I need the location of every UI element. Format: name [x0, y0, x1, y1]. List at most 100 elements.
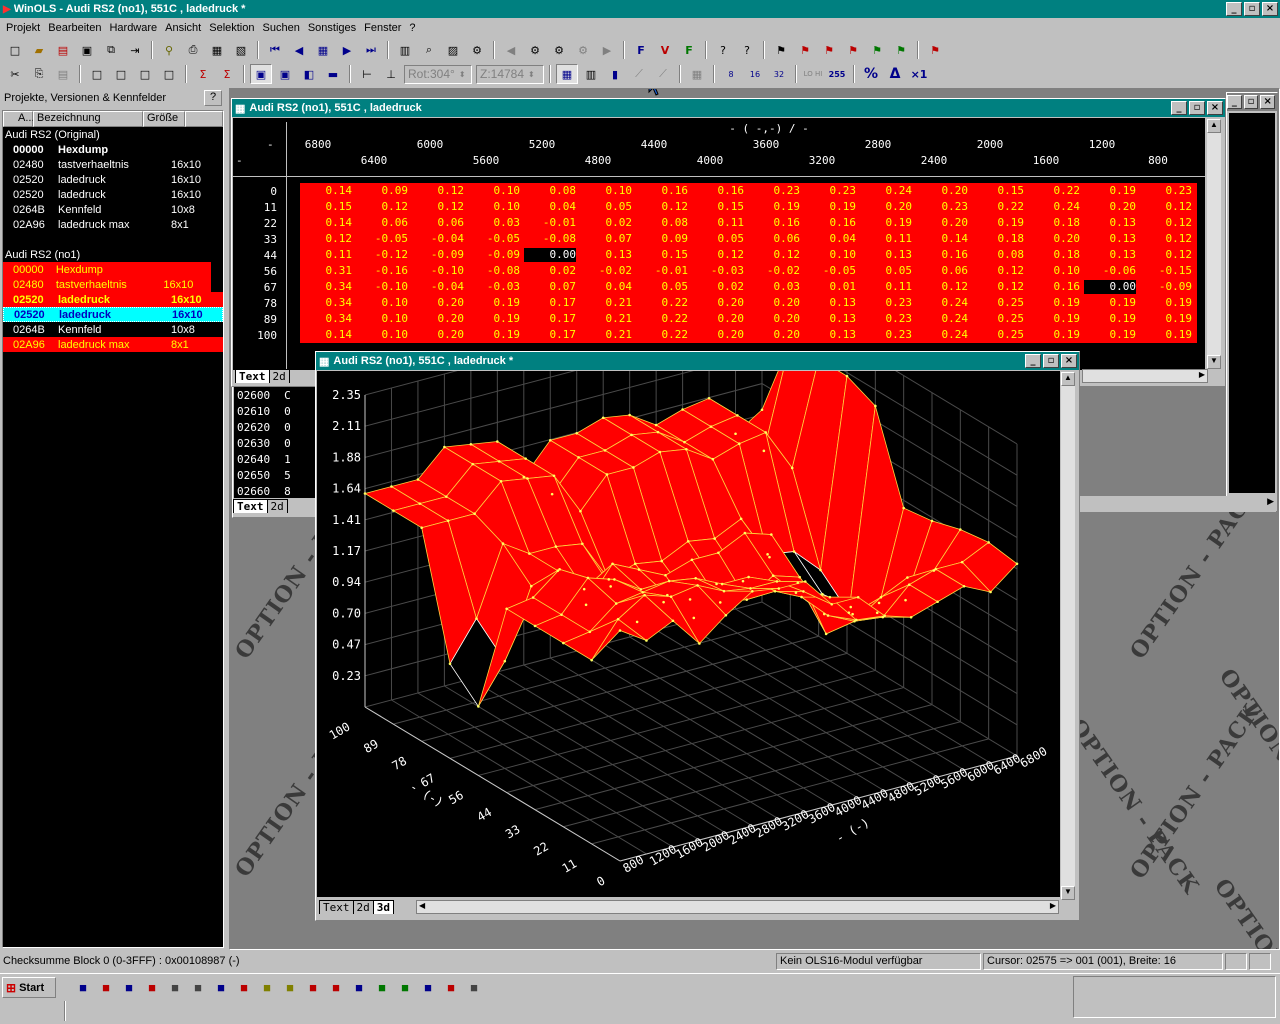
sum-check-icon[interactable]: Σ — [192, 64, 214, 84]
cell[interactable]: 0.16 — [804, 216, 857, 230]
cell[interactable]: 0.12 — [356, 200, 409, 214]
calc-icon[interactable]: ■ — [348, 977, 370, 998]
list-item[interactable]: 02A96 ladedruck max 8x1 — [3, 337, 223, 352]
list-item[interactable]: 0264B Kennfeld 10x8 — [3, 322, 223, 337]
cell[interactable]: 0.13 — [580, 248, 633, 262]
list-item[interactable]: 00000 Hexdump — [3, 262, 211, 277]
map-icon[interactable]: ■ — [210, 977, 232, 998]
cell[interactable]: 0.24 — [916, 312, 969, 326]
cell[interactable]: 0.11 — [860, 232, 913, 246]
cell[interactable]: 0.13 — [860, 248, 913, 262]
menu-fenster[interactable]: Fenster — [360, 22, 405, 34]
tuning-icon[interactable]: ⚙ — [524, 40, 546, 60]
cell[interactable]: 0.16 — [1028, 280, 1081, 294]
cell[interactable]: 0.18 — [972, 232, 1025, 246]
cell[interactable]: 0.03 — [468, 216, 521, 230]
hex-hscroll[interactable]: ▶ — [1080, 496, 1276, 512]
table-vscroll[interactable]: ▲ ▼ — [1207, 119, 1221, 369]
cell[interactable]: 0.12 — [692, 248, 745, 262]
cell[interactable]: 0.08 — [636, 216, 689, 230]
cell[interactable]: 0.02 — [580, 216, 633, 230]
cell[interactable]: -0.09 — [412, 248, 464, 262]
cell-selected[interactable]: 0.00 — [1084, 280, 1136, 294]
cell[interactable]: 0.18 — [1028, 248, 1081, 262]
cell[interactable]: 0.12 — [300, 232, 353, 246]
view3d-window[interactable]: ▦ Audi RS2 (no1), 551C , ladedruck * _ ▫… — [315, 351, 1080, 921]
axis2-icon[interactable]: ⊥ — [380, 64, 402, 84]
map-search-icon[interactable]: ▨ — [442, 40, 464, 60]
cell[interactable]: -0.09 — [468, 248, 520, 262]
cell[interactable]: -0.08 — [468, 264, 520, 278]
axis-icon[interactable]: ⊢ — [356, 64, 378, 84]
cell[interactable]: 0.04 — [804, 232, 857, 246]
cell[interactable]: 0.12 — [1140, 200, 1193, 214]
copy-window-icon[interactable]: ⧉ — [100, 40, 122, 60]
list-item[interactable]: 00000 Hexdump — [3, 142, 223, 157]
menu-bearbeiten[interactable]: Bearbeiten — [44, 22, 105, 34]
first-map-icon[interactable]: ⏮ — [264, 40, 286, 60]
cell[interactable]: 0.05 — [636, 280, 689, 294]
cell[interactable]: 0.05 — [580, 200, 633, 214]
export-icon[interactable]: ⇥ — [124, 40, 146, 60]
cell[interactable]: 0.08 — [524, 184, 577, 198]
cell[interactable]: 0.10 — [356, 312, 409, 326]
flag3-icon[interactable]: ⚑ — [818, 40, 840, 60]
col-name[interactable]: Bezeichnung — [33, 111, 143, 127]
cell[interactable]: 0.07 — [524, 280, 577, 294]
cell[interactable]: 0.15 — [692, 200, 745, 214]
cell[interactable]: 0.06 — [748, 232, 801, 246]
view3d-tab-3d[interactable]: 3d — [372, 900, 394, 914]
cell[interactable]: 0.24 — [916, 296, 969, 310]
cell[interactable]: 0.16 — [916, 248, 969, 262]
cell[interactable]: -0.01 — [524, 216, 576, 230]
prev-map-icon[interactable]: ◀ — [288, 40, 310, 60]
cell[interactable]: 0.19 — [468, 296, 521, 310]
value-plus-icon[interactable]: □ — [86, 64, 108, 84]
m-icon[interactable]: ■ — [233, 977, 255, 998]
grid-icon[interactable]: ▥ — [580, 64, 602, 84]
16bit-icon[interactable]: 16 — [744, 64, 766, 84]
cell[interactable]: 0.12 — [636, 200, 689, 214]
cd-icon[interactable]: ■ — [256, 977, 278, 998]
view3d-tab-text[interactable]: Text — [319, 900, 354, 914]
cell[interactable]: 0.34 — [300, 296, 353, 310]
col-size[interactable]: Größe — [143, 111, 185, 127]
cell[interactable]: 0.20 — [916, 216, 969, 230]
cell[interactable]: 0.15 — [636, 248, 689, 262]
wire2-icon[interactable]: ⟋ — [652, 64, 674, 84]
cell[interactable]: 0.23 — [748, 184, 801, 198]
cell[interactable]: -0.09 — [1140, 280, 1192, 294]
cell[interactable]: 0.03 — [748, 280, 801, 294]
menu-selektion[interactable]: Selektion — [205, 22, 258, 34]
last-map-icon[interactable]: ⏭ — [360, 40, 382, 60]
cell[interactable]: 0.06 — [916, 264, 969, 278]
cell[interactable]: 0.04 — [524, 200, 577, 214]
cell[interactable]: -0.05 — [468, 232, 520, 246]
list-item[interactable]: 02520 ladedruck 16x10 — [3, 172, 223, 187]
cell[interactable]: 0.20 — [1084, 200, 1137, 214]
tuning2-icon[interactable]: ⚙ — [548, 40, 570, 60]
cell[interactable]: 0.19 — [972, 216, 1025, 230]
cell[interactable]: 0.23 — [860, 312, 913, 326]
settings-icon[interactable]: ■ — [371, 977, 393, 998]
view3d-close-button[interactable]: × — [1061, 354, 1077, 368]
hex-tab-2d[interactable]: 2d — [266, 499, 288, 513]
winols-icon[interactable]: ■ — [95, 977, 117, 998]
map-cells[interactable]: 0.14 0.09 0.12 0.10 0.08 0.10 0.16 0.16 0.23 0.23… — [300, 183, 1197, 343]
cell[interactable]: 0.12 — [972, 280, 1025, 294]
table-hscroll[interactable]: ▶ — [1082, 369, 1208, 383]
help-icon[interactable]: ? — [712, 40, 734, 60]
cell[interactable]: 0.12 — [748, 248, 801, 262]
cell[interactable]: 0.05 — [860, 264, 913, 278]
bg-window[interactable]: _ ▫ × — [1226, 92, 1278, 512]
cell[interactable]: -0.15 — [1140, 264, 1192, 278]
tools-icon[interactable]: ■ — [440, 977, 462, 998]
table-min-button[interactable]: _ — [1171, 101, 1187, 115]
255-icon[interactable]: 255 — [826, 64, 848, 84]
cell[interactable]: 0.20 — [860, 200, 913, 214]
table-window[interactable]: ▦ Audi RS2 (no1), 551C , ladedruck _ ▫ ×… — [231, 98, 1226, 387]
drive-icon[interactable]: ■ — [463, 977, 485, 998]
hex-icon[interactable]: ▥ — [394, 40, 416, 60]
8bit-icon[interactable]: 8 — [720, 64, 742, 84]
cell[interactable]: 0.12 — [1140, 216, 1193, 230]
